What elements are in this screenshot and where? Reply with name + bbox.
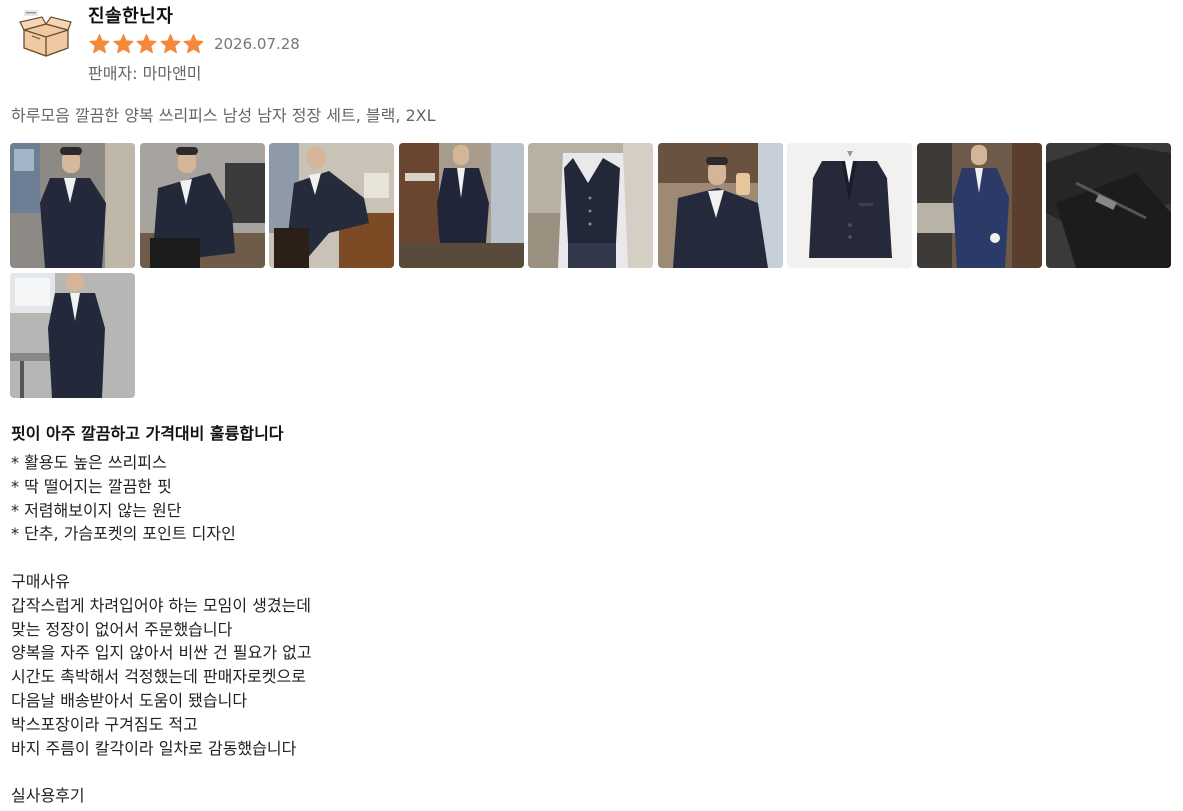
star-icon [183,34,204,54]
review-body-line: 실사용후기 [11,786,85,806]
review-photo-2[interactable] [140,143,265,268]
review-body-line: * 활용도 높은 쓰리피스 [11,453,167,472]
star-icon [136,34,157,54]
review-body-line: 시간도 촉박해서 걱정했는데 판매자로켓으로 [11,667,306,687]
review-date: 2026.07.28 [213,35,300,53]
review-photo-3[interactable] [269,143,394,268]
review-body-line: 양복을 자주 입지 않아서 비싼 건 필요가 없고 [11,643,312,663]
review-body-line: 박스포장이라 구겨짐도 적고 [11,714,198,734]
review-photo-8[interactable] [917,143,1042,268]
reviewer-name: 진솔한닌자 [88,6,174,27]
review-body-line: * 단추, 가슴포켓의 포인트 디자인 [11,524,236,544]
review-photo-1[interactable] [10,143,135,268]
review-card: 진솔한닌자 2026.07.28 판매자: 마마앤미 하루모음 깔끔한 양복 쓰… [0,0,1183,811]
review-body-line: 갑작스럽게 차려입어야 하는 모임이 생겼는데 [11,595,312,615]
review-body: * 활용도 높은 쓰리피스 * 딱 떨어지는 깔끔한 핏 * 저렴해보이지 않는 원… [11,451,312,808]
review-body-line [11,546,312,570]
star-icon [89,34,110,54]
open-box-icon [18,6,72,60]
star-icon [113,34,134,54]
product-option: 하루모음 깔끔한 양복 쓰리피스 남성 남자 정장 세트, 블랙, 2XL [11,106,436,125]
review-photo-7[interactable] [787,143,912,268]
review-body-line: 바지 주름이 칼각이라 일차로 감동했습니다 [11,738,297,758]
review-headline: 핏이 아주 깔끔하고 가격대비 훌륭합니다 [11,424,284,443]
review-photo-6[interactable] [658,143,783,268]
review-photo-4[interactable] [399,143,524,268]
review-body-line: 구매사유 [11,571,70,591]
star-icon [160,34,181,54]
seller-name: 판매자: 마마앤미 [88,64,202,83]
review-photo-10[interactable] [10,273,135,398]
review-body-line: * 딱 떨어지는 깔끔한 핏 [11,476,172,496]
review-photo-5[interactable] [528,143,653,268]
rating-row: 2026.07.28 [88,32,300,56]
star-rating [88,33,206,55]
review-body-line: 다음날 배송받아서 도움이 됐습니다 [11,690,248,710]
review-body-line: * 저렴해보이지 않는 원단 [11,500,182,520]
review-photo-9[interactable] [1046,143,1171,268]
review-body-line: 맞는 정장이 없어서 주문했습니다 [11,619,233,639]
review-body-line [11,760,312,784]
avatar [18,6,72,60]
